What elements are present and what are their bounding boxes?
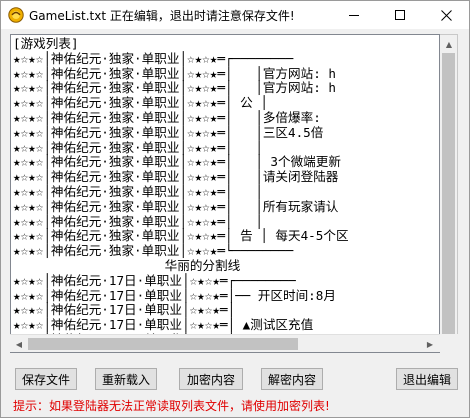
editor-line: ★☆★☆│神佑纪元·独家·单职业│☆★☆★═│ 公 │ [13,95,268,111]
save-file-button[interactable]: 保存文件 [15,368,77,390]
hint-message: 提示：如果登陆器无法正常读取列表文件，请使用加密列表! [13,399,330,413]
reload-button[interactable]: 重新载入 [95,368,157,390]
editor-line: ★☆★☆│神佑纪元·独家·单职业│☆★☆★═│ │官方网站: h [13,80,336,96]
editor-line: ★☆★☆│神佑纪元·独家·单职业│☆★☆★═│ │ [13,183,263,199]
title-bar: GameList.txt 正在编辑，退出时请注意保存文件! [1,1,469,29]
app-icon [8,7,24,23]
editor-line: ★☆★☆│神佑纪元·独家·单职业│☆★☆★═│ │多倍爆率: [13,109,321,125]
horizontal-scroll-thumb[interactable] [28,338,298,350]
editor-line: 华丽的分割线 [13,257,241,273]
editor-line: [游戏列表] [13,36,79,51]
editor-line: ★☆★☆│神佑纪元·17日·单职业│☆★☆★═│ [13,302,236,318]
editor-line: ★☆★☆│神佑纪元·独家·单职业│☆★☆★═│ │ 3个微端更新 [13,154,341,170]
window-title: GameList.txt 正在编辑，退出时请注意保存文件! [29,9,295,23]
vertical-scroll-thumb[interactable] [442,53,455,349]
scroll-left-icon[interactable]: ◀ [11,336,27,352]
text-editor[interactable]: [游戏列表] ★☆★☆│神佑纪元·独家·单职业│☆★☆★═┌──────── ★☆★… [10,34,440,353]
decrypt-button[interactable]: 解密内容 [261,368,323,390]
close-icon [440,9,452,21]
encrypt-button[interactable]: 加密内容 [179,368,243,390]
scroll-corner [440,334,458,353]
editor-line: ★☆★☆│神佑纪元·独家·单职业│☆★☆★═│ │所有玩家请认 [13,198,339,214]
editor-line: ★☆★☆│神佑纪元·独家·单职业│☆★☆★═│ 告 │ 每天4-5个区 [13,228,349,244]
scroll-right-icon[interactable]: ▶ [422,336,438,352]
editor-line: ★☆★☆│神佑纪元·独家·单职业│☆★☆★═│ │请关闭登陆器 [13,169,339,185]
editor-line: ★☆★☆│神佑纪元·独家·单职业│☆★☆★═│ │ [13,139,263,155]
minimize-button[interactable] [331,1,377,29]
editor-line: ★☆★☆│神佑纪元·独家·单职业│☆★☆★═└──────── [13,243,294,259]
vertical-scrollbar[interactable]: ▲ ▼ [440,34,458,353]
editor-line: ★☆★☆│神佑纪元·17日·单职业│☆★☆★═┌──────── [13,272,296,288]
scroll-up-icon[interactable]: ▲ [441,36,457,52]
exit-edit-button[interactable]: 退出编辑 [396,368,458,390]
editor-window: GameList.txt 正在编辑，退出时请注意保存文件! [游戏列表] ★☆★☆… [0,0,470,418]
editor-line: ★☆★☆│神佑纪元·独家·单职业│☆★☆★═┌──────── [13,50,294,66]
editor-line: ★☆★☆│神佑纪元·17日·单职业│☆★☆★═│── 开区时间:8月 [13,287,336,303]
horizontal-scrollbar[interactable]: ◀ ▶ [10,334,440,352]
editor-line: ★☆★☆│神佑纪元·独家·单职业│☆★☆★═│ │三区4.5倍 [13,124,324,140]
editor-line: ★☆★☆│神佑纪元·独家·单职业│☆★☆★═│ │官方网站: h [13,65,336,81]
minimize-icon [349,14,359,16]
maximize-button[interactable] [377,1,423,29]
editor-line: ★☆★☆│神佑纪元·17日·单职业│☆★☆★═│ ▲测试区充值 [13,317,314,333]
close-button[interactable] [423,1,469,29]
maximize-icon [395,10,405,20]
editor-line: ★☆★☆│神佑纪元·独家·单职业│☆★☆★═│ │ [13,213,263,229]
editor-content[interactable]: [游戏列表] ★☆★☆│神佑纪元·独家·单职业│☆★☆★═┌──────── ★☆★… [13,36,349,352]
